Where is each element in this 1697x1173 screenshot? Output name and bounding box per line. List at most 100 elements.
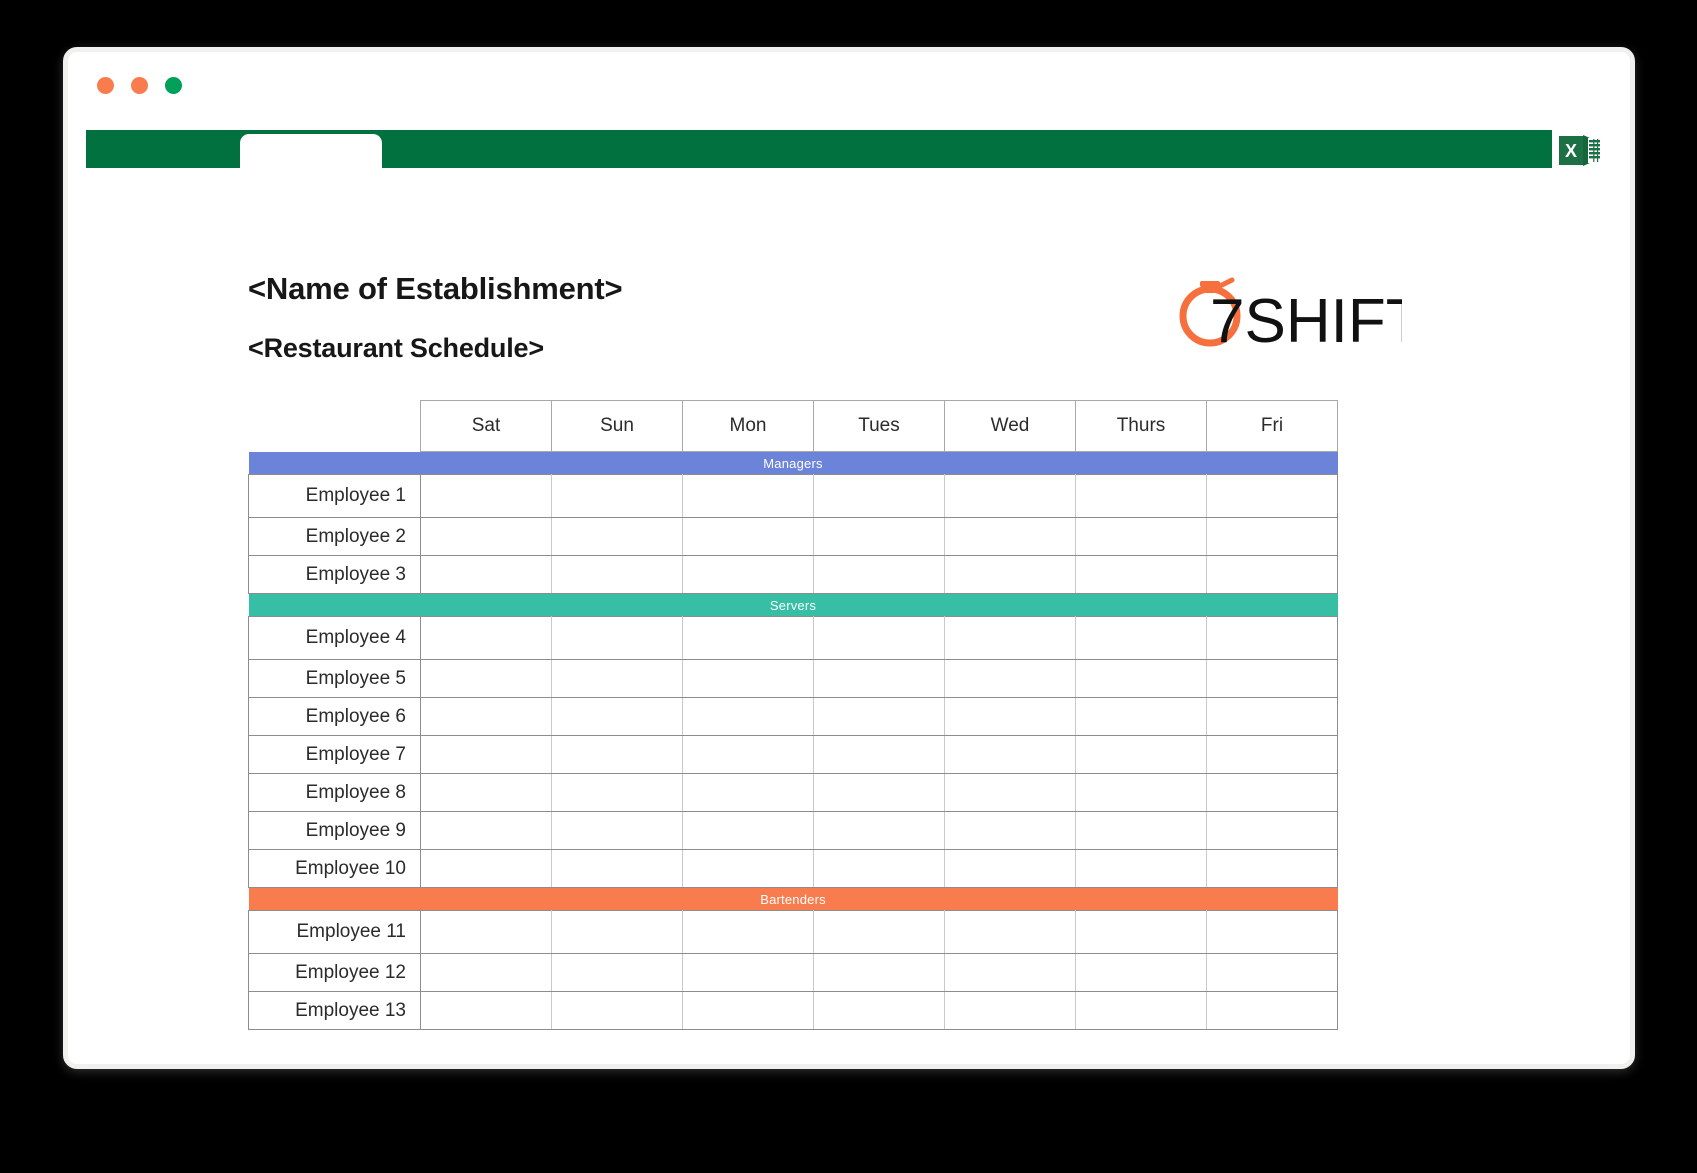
shift-cell[interactable] <box>420 953 552 992</box>
shift-cell[interactable] <box>1075 773 1207 812</box>
shift-cell[interactable] <box>420 697 552 736</box>
shift-cell[interactable] <box>420 849 552 888</box>
employee-name-cell[interactable]: Employee 9 <box>248 811 421 850</box>
shift-cell[interactable] <box>551 910 683 954</box>
shift-cell[interactable] <box>551 616 683 660</box>
shift-cell[interactable] <box>1075 697 1207 736</box>
shift-cell[interactable] <box>944 474 1076 518</box>
shift-cell[interactable] <box>420 555 552 594</box>
shift-cell[interactable] <box>813 991 945 1030</box>
shift-cell[interactable] <box>682 735 814 774</box>
shift-cell[interactable] <box>1206 616 1338 660</box>
shift-cell[interactable] <box>420 474 552 518</box>
employee-name-cell[interactable]: Employee 10 <box>248 849 421 888</box>
employee-name-cell[interactable]: Employee 2 <box>248 517 421 556</box>
shift-cell[interactable] <box>813 811 945 850</box>
minimize-button-icon[interactable] <box>131 77 148 94</box>
employee-name-cell[interactable]: Employee 4 <box>248 616 421 660</box>
shift-cell[interactable] <box>682 697 814 736</box>
shift-cell[interactable] <box>1075 517 1207 556</box>
shift-cell[interactable] <box>1075 910 1207 954</box>
shift-cell[interactable] <box>682 555 814 594</box>
shift-cell[interactable] <box>551 697 683 736</box>
shift-cell[interactable] <box>813 517 945 556</box>
shift-cell[interactable] <box>813 474 945 518</box>
shift-cell[interactable] <box>1075 474 1207 518</box>
shift-cell[interactable] <box>682 517 814 556</box>
employee-name-cell[interactable]: Employee 7 <box>248 735 421 774</box>
shift-cell[interactable] <box>1075 953 1207 992</box>
close-button-icon[interactable] <box>97 77 114 94</box>
shift-cell[interactable] <box>420 659 552 698</box>
shift-cell[interactable] <box>1206 555 1338 594</box>
shift-cell[interactable] <box>944 697 1076 736</box>
shift-cell[interactable] <box>551 811 683 850</box>
shift-cell[interactable] <box>1206 811 1338 850</box>
shift-cell[interactable] <box>551 773 683 812</box>
shift-cell[interactable] <box>682 953 814 992</box>
shift-cell[interactable] <box>944 811 1076 850</box>
shift-cell[interactable] <box>682 991 814 1030</box>
shift-cell[interactable] <box>813 953 945 992</box>
employee-name-cell[interactable]: Employee 6 <box>248 697 421 736</box>
shift-cell[interactable] <box>1206 991 1338 1030</box>
shift-cell[interactable] <box>682 616 814 660</box>
shift-cell[interactable] <box>1206 474 1338 518</box>
shift-cell[interactable] <box>944 991 1076 1030</box>
shift-cell[interactable] <box>1075 659 1207 698</box>
shift-cell[interactable] <box>813 616 945 660</box>
shift-cell[interactable] <box>813 659 945 698</box>
shift-cell[interactable] <box>944 659 1076 698</box>
shift-cell[interactable] <box>551 735 683 774</box>
shift-cell[interactable] <box>682 910 814 954</box>
shift-cell[interactable] <box>1206 659 1338 698</box>
shift-cell[interactable] <box>1075 991 1207 1030</box>
shift-cell[interactable] <box>420 735 552 774</box>
shift-cell[interactable] <box>813 849 945 888</box>
shift-cell[interactable] <box>682 659 814 698</box>
shift-cell[interactable] <box>420 616 552 660</box>
shift-cell[interactable] <box>551 555 683 594</box>
shift-cell[interactable] <box>551 659 683 698</box>
shift-cell[interactable] <box>420 773 552 812</box>
shift-cell[interactable] <box>420 517 552 556</box>
shift-cell[interactable] <box>813 697 945 736</box>
shift-cell[interactable] <box>813 555 945 594</box>
shift-cell[interactable] <box>944 773 1076 812</box>
shift-cell[interactable] <box>944 910 1076 954</box>
shift-cell[interactable] <box>1075 849 1207 888</box>
shift-cell[interactable] <box>1075 811 1207 850</box>
employee-name-cell[interactable]: Employee 8 <box>248 773 421 812</box>
shift-cell[interactable] <box>944 849 1076 888</box>
shift-cell[interactable] <box>551 953 683 992</box>
shift-cell[interactable] <box>682 811 814 850</box>
shift-cell[interactable] <box>420 991 552 1030</box>
shift-cell[interactable] <box>944 953 1076 992</box>
shift-cell[interactable] <box>813 735 945 774</box>
shift-cell[interactable] <box>682 474 814 518</box>
shift-cell[interactable] <box>551 991 683 1030</box>
shift-cell[interactable] <box>420 811 552 850</box>
shift-cell[interactable] <box>1206 773 1338 812</box>
employee-name-cell[interactable]: Employee 12 <box>248 953 421 992</box>
document-tab[interactable] <box>240 134 382 170</box>
shift-cell[interactable] <box>1206 910 1338 954</box>
shift-cell[interactable] <box>1075 555 1207 594</box>
shift-cell[interactable] <box>682 773 814 812</box>
shift-cell[interactable] <box>813 910 945 954</box>
shift-cell[interactable] <box>551 474 683 518</box>
shift-cell[interactable] <box>682 849 814 888</box>
shift-cell[interactable] <box>420 910 552 954</box>
shift-cell[interactable] <box>1075 735 1207 774</box>
shift-cell[interactable] <box>944 555 1076 594</box>
shift-cell[interactable] <box>1206 849 1338 888</box>
employee-name-cell[interactable]: Employee 3 <box>248 555 421 594</box>
employee-name-cell[interactable]: Employee 5 <box>248 659 421 698</box>
shift-cell[interactable] <box>1206 953 1338 992</box>
employee-name-cell[interactable]: Employee 1 <box>248 474 421 518</box>
shift-cell[interactable] <box>944 616 1076 660</box>
shift-cell[interactable] <box>551 849 683 888</box>
shift-cell[interactable] <box>1206 517 1338 556</box>
shift-cell[interactable] <box>944 735 1076 774</box>
shift-cell[interactable] <box>813 773 945 812</box>
